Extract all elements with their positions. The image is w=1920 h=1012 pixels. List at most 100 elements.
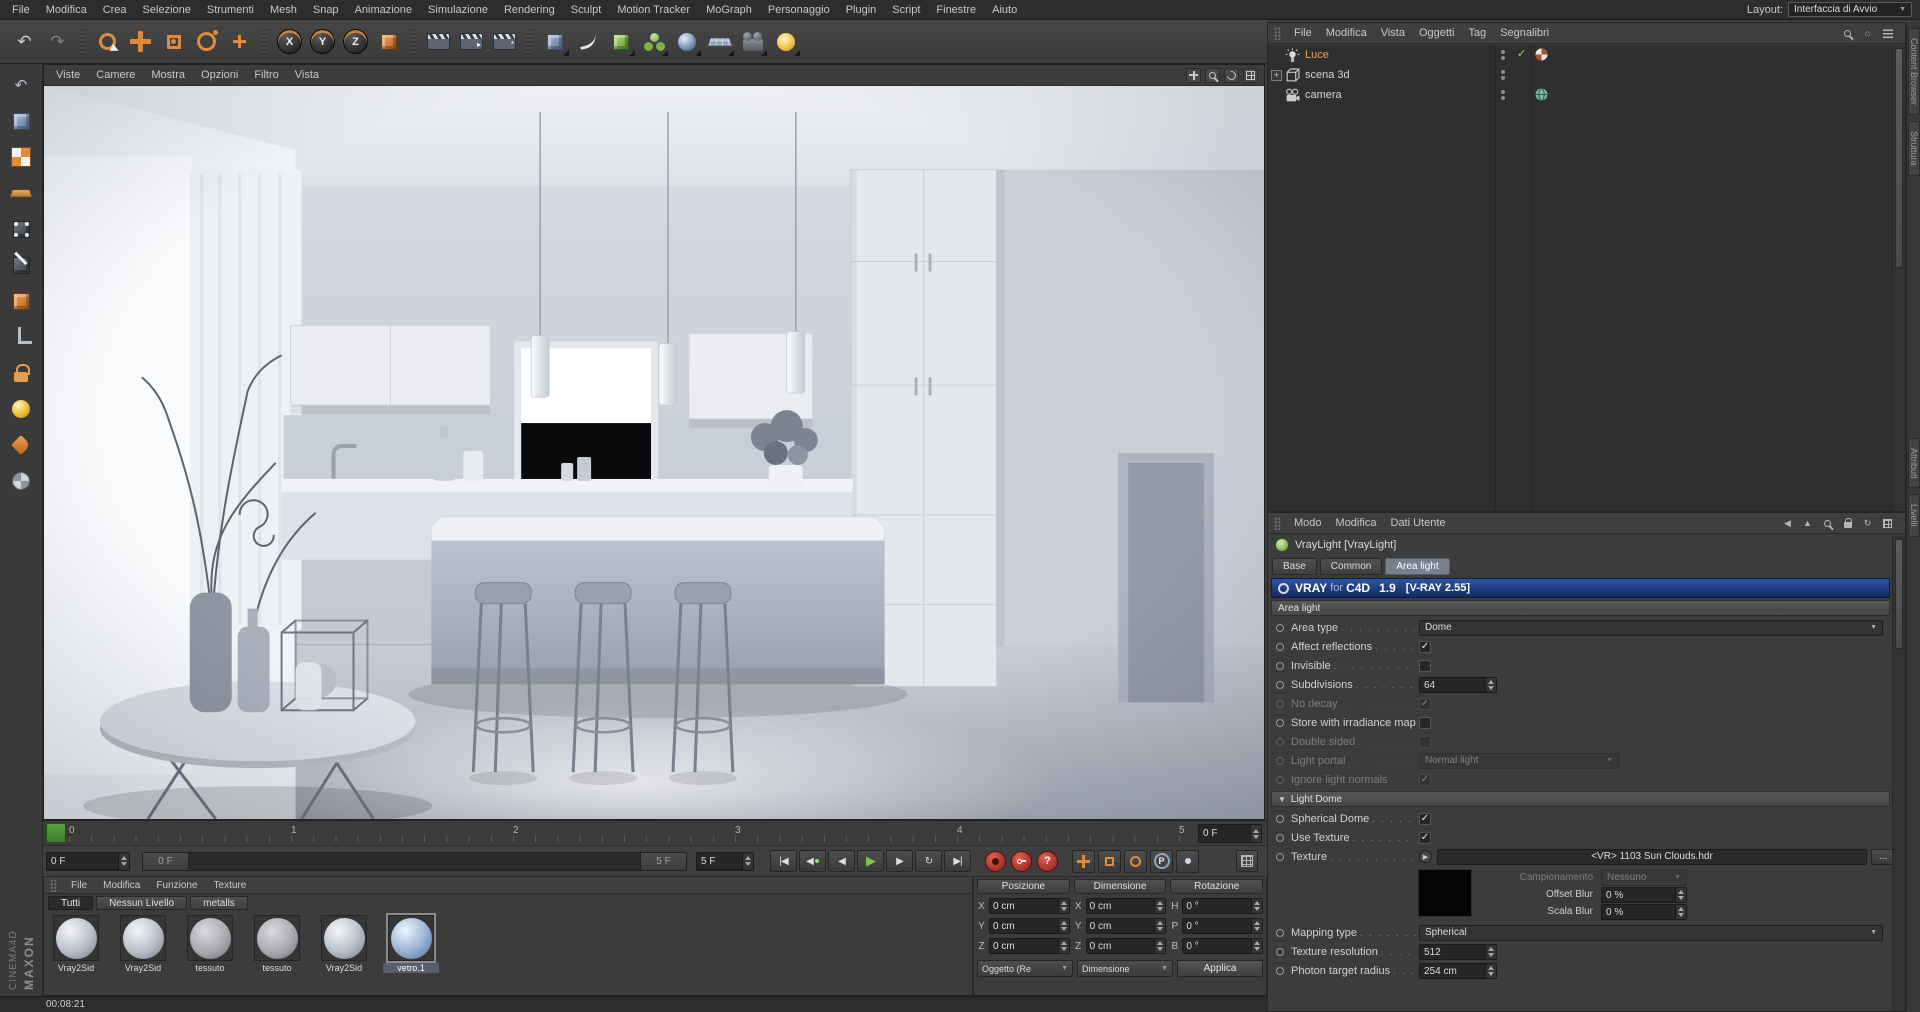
subdivisions-spinner[interactable]: 64 (1419, 676, 1497, 693)
object-mode-dropdown[interactable]: Oggetto (Re ▼ (977, 960, 1073, 977)
side-tool-texture-mode-icon[interactable] (6, 142, 36, 172)
tool-redo-icon[interactable]: ↷ (41, 25, 74, 58)
key-pla-toggle[interactable] (1176, 849, 1199, 873)
side-tool-make-editable-icon[interactable]: ↶ (6, 70, 36, 100)
keyframe-circle-icon[interactable] (1276, 814, 1284, 823)
stepper-icon[interactable] (1251, 899, 1263, 913)
visibility-dots-icon[interactable] (1501, 88, 1505, 102)
no-decay-checkbox[interactable]: ✓ (1419, 697, 1431, 710)
side-tool-texture-sphere-icon[interactable] (6, 466, 36, 496)
spherical-dome-checkbox[interactable]: ✓ (1419, 812, 1431, 825)
range-end-handle[interactable]: 5 F (640, 852, 686, 870)
stepper-icon[interactable] (742, 852, 753, 870)
menubar-item-snap[interactable]: Snap (305, 1, 347, 19)
play-button[interactable]: ▶ (857, 850, 884, 872)
visibility-dots-icon[interactable] (1501, 48, 1505, 62)
coord-header[interactable]: Dimensione (1073, 879, 1167, 894)
goto-start-button[interactable]: |◀ (770, 850, 797, 872)
attribute-manager-menu-dati-utente[interactable]: Dati Utente (1384, 515, 1453, 531)
stepper-icon[interactable] (1057, 899, 1069, 913)
texture-path-field[interactable]: <VR> 1103 Sun Clouds.hdr (1437, 848, 1867, 865)
tool-move-icon[interactable] (124, 25, 157, 58)
object-manager-menu-oggetti[interactable]: Oggetti (1412, 25, 1461, 41)
prev-frame-button[interactable]: ◀ (828, 850, 855, 872)
texture-resolution-spinner[interactable]: 512 (1419, 943, 1497, 960)
viewport-menu-mostra[interactable]: Mostra (143, 67, 193, 83)
keyframe-circle-icon[interactable] (1276, 833, 1284, 842)
tool-scale-icon[interactable] (157, 25, 190, 58)
tool-cloner-icon[interactable] (637, 25, 670, 58)
coord-field-dimensione-x[interactable]: 0 cm (1085, 898, 1167, 914)
mapping-type-dropdown[interactable]: Spherical ▼ (1419, 924, 1883, 941)
dock-tab-attributi[interactable]: Attributi (1908, 437, 1920, 489)
side-tool-enable-axis-icon[interactable] (6, 322, 36, 352)
pan-view-icon[interactable] (1186, 67, 1201, 83)
enabled-check-icon[interactable]: ✓ (1517, 47, 1526, 60)
menubar-item-mograph[interactable]: MoGraph (698, 1, 760, 19)
stepper-icon[interactable] (1057, 919, 1069, 933)
materials-menu-funzione[interactable]: Funzione (148, 879, 205, 892)
attribute-manager-menu-modifica[interactable]: Modifica (1329, 515, 1384, 531)
tool-lock-y-icon[interactable]: Y (306, 25, 339, 58)
affect-reflections-checkbox[interactable]: ✓ (1419, 640, 1431, 653)
keyframe-circle-icon[interactable] (1276, 947, 1284, 956)
stepper-icon[interactable] (1154, 899, 1166, 913)
visibility-dots-icon[interactable] (1501, 68, 1505, 82)
autokeying-button[interactable] (1011, 850, 1032, 872)
use-texture-checkbox[interactable]: ✓ (1419, 831, 1431, 844)
tool-floor-icon[interactable] (703, 25, 736, 58)
menu-icon[interactable] (1880, 26, 1895, 41)
menubar-item-rendering[interactable]: Rendering (496, 1, 563, 19)
dopesheet-icon[interactable] (1236, 850, 1258, 872)
menubar-item-selezione[interactable]: Selezione (135, 1, 199, 19)
side-tool-edges-mode-icon[interactable] (6, 250, 36, 280)
viewport-menu-camere[interactable]: Camere (88, 67, 143, 83)
menubar-item-aiuto[interactable]: Aiuto (984, 1, 1025, 19)
keyframe-circle-icon[interactable] (1276, 718, 1284, 727)
tool-rotate-icon[interactable] (190, 25, 223, 58)
store-with-irradiance-map-checkbox[interactable] (1419, 716, 1431, 729)
rotate-view-icon[interactable] (1224, 67, 1239, 83)
record-keyframe-button[interactable] (985, 850, 1006, 872)
nav-up-icon[interactable]: ▲ (1800, 516, 1815, 531)
stepper-icon[interactable] (1251, 919, 1263, 933)
scrollbar[interactable] (1892, 535, 1905, 1011)
tool-last-tool-icon[interactable] (223, 25, 256, 58)
stepper-icon[interactable] (1485, 963, 1496, 978)
stepper-icon[interactable] (1485, 944, 1496, 959)
side-tool-workplane-mode-icon[interactable] (6, 178, 36, 208)
timeline-ruler[interactable]: 0 1 2 3 4 5 0 F (43, 820, 1267, 845)
stepper-icon[interactable] (118, 852, 129, 870)
keyframe-circle-icon[interactable] (1276, 852, 1284, 861)
tab-area-light[interactable]: Area light (1385, 557, 1450, 575)
side-tool-axis-lock-icon[interactable] (6, 358, 36, 388)
keyframe-circle-icon[interactable] (1276, 966, 1284, 975)
drag-handle-icon[interactable] (1274, 516, 1281, 530)
tool-lock-x-icon[interactable]: X (273, 25, 306, 58)
texture-preview[interactable] (1418, 869, 1472, 917)
materials-menu-file[interactable]: File (63, 879, 95, 892)
viewport-menu-viste[interactable]: Viste (48, 67, 88, 83)
material-vray2sid-0[interactable]: Vray2Sid (48, 915, 104, 973)
object-row-scena-3d[interactable]: + scena 3d (1268, 65, 1892, 85)
campionamento-dropdown[interactable]: Nessuno ▼ (1601, 869, 1687, 886)
side-tool-points-mode-icon[interactable] (6, 214, 36, 244)
key-parameter-toggle[interactable]: P (1150, 849, 1173, 873)
material-tessuto-2[interactable]: tessuto (182, 915, 238, 973)
search-icon[interactable] (1820, 516, 1835, 531)
coord-field-rotazione-b[interactable]: 0 ° (1182, 938, 1264, 954)
keyframe-circle-icon[interactable] (1276, 661, 1284, 670)
loop-button[interactable]: ↻ (915, 850, 942, 872)
stepper-icon[interactable] (1485, 677, 1496, 692)
material-vray2sid-4[interactable]: Vray2Sid (316, 915, 372, 973)
material-tessuto-3[interactable]: tessuto (249, 915, 305, 973)
next-frame-button[interactable]: ▶ (886, 850, 913, 872)
drag-handle-icon[interactable] (1274, 26, 1281, 40)
coord-field-dimensione-z[interactable]: 0 cm (1085, 938, 1167, 954)
side-tool-sds-weight-icon[interactable] (6, 394, 36, 424)
key-scale-toggle[interactable] (1098, 849, 1121, 873)
tool-spline-pen-icon[interactable] (571, 25, 604, 58)
goto-end-button[interactable]: ▶| (944, 850, 971, 872)
keyframe-circle-icon[interactable] (1276, 756, 1284, 765)
key-rotation-toggle[interactable] (1124, 849, 1147, 873)
